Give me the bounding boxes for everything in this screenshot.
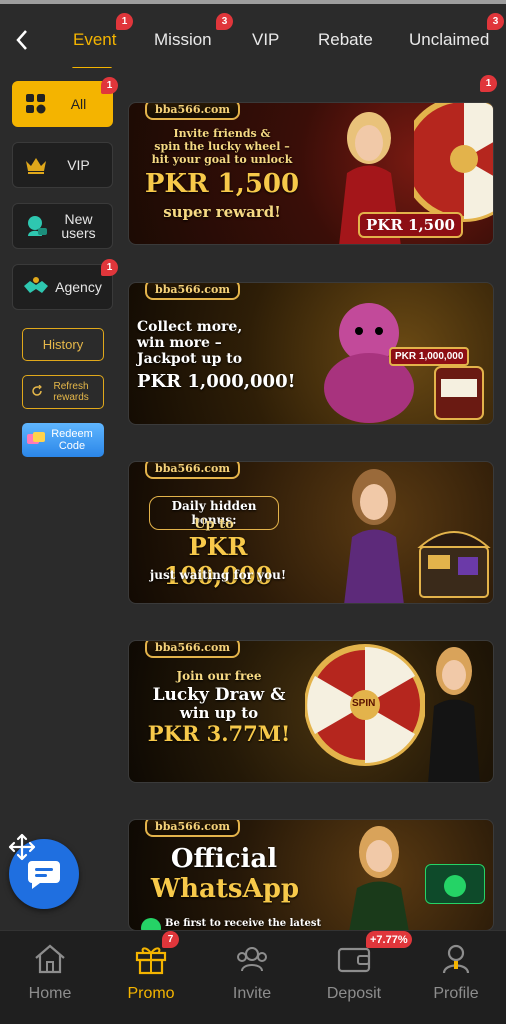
reward-tag: PKR 1,500	[358, 212, 463, 238]
gift-card-icon	[26, 431, 48, 450]
banner-text: Join our free	[176, 669, 262, 683]
brand-logo: bba566.com	[145, 641, 240, 658]
hostess-figure	[349, 826, 409, 930]
banner-text: Invite friends &	[173, 127, 271, 140]
category-sidebar: All 1 VIP New users Agency 1 History Ref…	[0, 68, 122, 930]
refresh-rewards-label: Refresh rewards	[53, 381, 89, 403]
banner-headline: PKR 1,500	[144, 169, 300, 199]
banner-text: Lucky Draw &	[152, 685, 286, 705]
nav-promo[interactable]: Promo	[101, 939, 201, 1019]
banner-headline: PKR 1,000,000!	[137, 371, 296, 392]
profile-icon	[436, 939, 476, 979]
deposit-bonus-badge: +7.77%	[366, 931, 412, 948]
nav-label: Promo	[127, 985, 175, 1002]
tab-mission-badge: 3	[216, 13, 233, 30]
banner-headline: Official	[170, 844, 278, 874]
banner-badge: 1	[480, 75, 497, 92]
banner-text: hit your goal to unlock	[151, 153, 293, 166]
tab-unclaimed[interactable]: Unclaimed	[409, 30, 489, 50]
nav-label: Deposit	[326, 985, 382, 1002]
banner-text: Jackpot up to	[137, 351, 243, 367]
tab-event[interactable]: Event	[73, 30, 116, 50]
sidebar-item-new-users[interactable]: New users	[12, 203, 113, 249]
slot-machine-icon	[434, 366, 484, 420]
invite-users-icon	[232, 939, 272, 979]
banner-text: just waiting for you!	[149, 568, 287, 582]
refresh-rewards-button[interactable]: Refresh rewards	[22, 375, 104, 409]
banner-text: spin the lucky wheel –	[154, 140, 290, 153]
redeem-code-button[interactable]: Redeem Code	[22, 423, 104, 457]
tab-event-badge: 1	[116, 13, 133, 30]
banner-text: win more –	[137, 335, 222, 351]
chat-bubble-icon	[28, 861, 60, 889]
banner-text: Collect more,	[137, 319, 243, 335]
tab-unclaimed-badge: 3	[487, 13, 504, 30]
promo-banner-jackpot[interactable]: bba566.com Collect more, win more – Jack…	[128, 282, 494, 425]
sidebar-item-label: Agency	[55, 279, 102, 295]
promo-banner-invite[interactable]: bba566.com Invite friends & spin the luc…	[128, 102, 494, 245]
nav-home[interactable]: Home	[0, 939, 100, 1019]
hostess-figure	[344, 469, 404, 603]
hostess-figure	[428, 647, 480, 782]
brand-logo: bba566.com	[145, 103, 240, 120]
promo-badge: 7	[162, 931, 179, 948]
top-tab-bar: Event 1 Mission 3 VIP Rebate Unclaimed 3	[0, 0, 506, 70]
refresh-icon	[31, 384, 43, 400]
banner-headline: PKR 3.77M!	[147, 721, 291, 746]
drag-move-icon[interactable]	[8, 833, 36, 861]
brand-logo: bba566.com	[145, 820, 240, 837]
brand-logo: bba566.com	[145, 283, 240, 300]
spin-label: SPIN	[352, 698, 376, 709]
sidebar-item-vip[interactable]: VIP	[12, 142, 113, 188]
banner-text: Up to	[194, 517, 234, 532]
tab-rebate[interactable]: Rebate	[318, 30, 373, 50]
sidebar-item-label: All	[70, 96, 87, 112]
history-button[interactable]: History	[22, 328, 104, 361]
sidebar-agency-badge: 1	[101, 259, 118, 276]
nav-invite[interactable]: Invite	[202, 939, 302, 1019]
whatsapp-icon	[444, 875, 466, 897]
brand-logo: bba566.com	[145, 462, 240, 479]
banner-text: super reward!	[163, 203, 281, 221]
new-user-icon	[21, 211, 51, 241]
redeem-code-label: Redeem Code	[51, 428, 93, 452]
nav-label: Home	[28, 985, 72, 1002]
sidebar-all-badge: 1	[101, 77, 118, 94]
sidebar-item-all[interactable]: All	[12, 81, 113, 127]
sidebar-item-label: VIP	[67, 157, 90, 173]
sidebar-item-agency[interactable]: Agency	[12, 264, 113, 310]
nav-profile[interactable]: Profile	[406, 939, 506, 1019]
back-icon[interactable]	[8, 26, 36, 54]
home-icon	[30, 939, 70, 979]
nav-deposit[interactable]: Deposit	[304, 939, 404, 1019]
banner-text: Be first to receive the latest	[165, 918, 322, 929]
sidebar-item-label: New users	[61, 211, 96, 241]
handshake-icon	[21, 272, 51, 302]
banner-headline: WhatsApp	[150, 874, 300, 904]
nav-label: Profile	[433, 985, 479, 1002]
treasure-chest-icon	[417, 531, 491, 598]
promo-banner-lucky-draw[interactable]: bba566.com Join our free Lucky Draw & wi…	[128, 640, 494, 783]
promo-banner-whatsapp[interactable]: bba566.com Official WhatsApp Be first to…	[128, 819, 494, 931]
prize-wheel-icon	[305, 644, 425, 766]
tab-vip[interactable]: VIP	[252, 30, 279, 50]
promo-banner-daily-bonus[interactable]: bba566.com Daily hidden bonus: Up to PKR…	[128, 461, 494, 604]
whatsapp-chat-preview	[425, 864, 485, 904]
crown-icon	[21, 150, 51, 180]
nav-label: Invite	[232, 985, 272, 1002]
grid-icon	[21, 89, 51, 119]
banner-text: win up to	[179, 704, 259, 722]
tab-mission[interactable]: Mission	[154, 30, 212, 50]
bottom-navigation: Home Promo 7 Invite Deposit +7.77% Profi…	[0, 930, 506, 1024]
